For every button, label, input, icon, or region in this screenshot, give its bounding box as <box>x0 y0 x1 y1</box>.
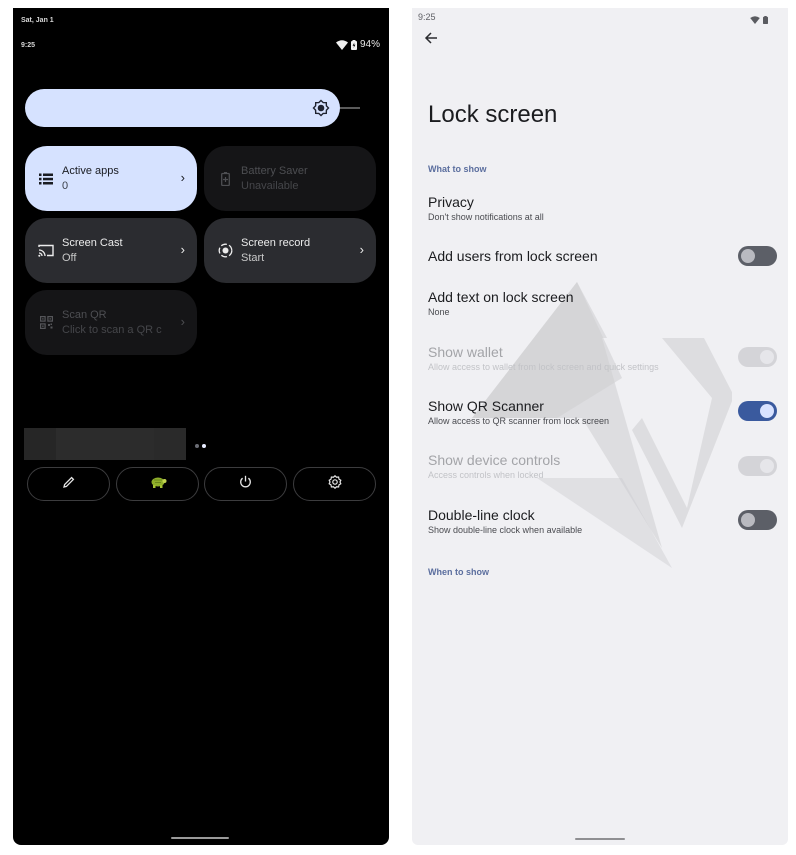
wifi-icon <box>750 11 760 29</box>
tile-battery-saver[interactable]: Battery Saver Unavailable <box>204 146 376 211</box>
quick-settings-panel: Sat, Jan 1 9:25 94% Active apps 0 › Batt… <box>13 8 389 845</box>
settings-button[interactable] <box>293 467 376 501</box>
pref-double-line-clock[interactable]: Double-line clock Show double-line clock… <box>428 507 788 535</box>
screen-record-icon <box>217 243 233 259</box>
cast-icon <box>38 243 54 259</box>
tile-subtitle: Start <box>241 252 265 264</box>
tile-title: Screen Cast <box>62 237 123 249</box>
pref-summary: Show double-line clock when available <box>428 525 583 535</box>
add-users-toggle[interactable] <box>738 246 777 266</box>
double-line-clock-toggle[interactable] <box>738 510 777 530</box>
tile-title: Scan QR <box>62 309 107 321</box>
brightness-track[interactable] <box>340 107 360 109</box>
settings-icon <box>327 474 342 494</box>
clock-label: 9:25 <box>418 12 436 22</box>
pref-title: Add users from lock screen <box>428 248 598 264</box>
battery-icon <box>763 11 768 29</box>
lock-screen-settings: 9:25 Lock screen What to show Privacy Do… <box>412 8 788 845</box>
tile-title: Active apps <box>62 165 119 177</box>
tile-subtitle: Unavailable <box>241 180 299 192</box>
tile-scan-qr[interactable]: Scan QR Click to scan a QR c › <box>25 290 197 355</box>
page-dot <box>195 444 199 448</box>
page-indicator <box>195 444 206 448</box>
pref-privacy[interactable]: Privacy Don't show notifications at all <box>428 194 788 222</box>
pref-summary: Access controls when locked <box>428 470 544 480</box>
pref-title: Show QR Scanner <box>428 398 544 414</box>
section-header-when-to-show: When to show <box>428 567 489 577</box>
chevron-right-icon: › <box>180 314 185 329</box>
brightness-slider[interactable] <box>25 89 340 127</box>
battery-charging-icon <box>350 39 357 50</box>
pref-title: Show wallet <box>428 344 503 360</box>
date-label: Sat, Jan 1 <box>21 17 54 24</box>
power-button[interactable] <box>204 467 287 501</box>
pref-show-device-controls: Show device controls Access controls whe… <box>428 452 788 480</box>
chevron-right-icon: › <box>359 242 364 257</box>
gesture-handle[interactable] <box>171 837 229 839</box>
status-bar-icons: 94% <box>335 39 380 50</box>
tile-subtitle: Click to scan a QR c <box>62 324 162 336</box>
status-bar-icons <box>750 11 768 29</box>
page-title: Lock screen <box>428 101 558 128</box>
pref-summary: Allow access to QR scanner from lock scr… <box>428 416 610 426</box>
tile-subtitle: Off <box>62 252 77 264</box>
battery-percent: 94% <box>359 39 380 50</box>
pref-add-text-on-lock-screen[interactable]: Add text on lock screen None <box>428 289 788 317</box>
show-qr-scanner-toggle[interactable] <box>738 401 777 421</box>
arrow-back-icon <box>424 32 438 49</box>
clock-label: 9:25 <box>21 42 36 49</box>
pref-summary: Don't show notifications at all <box>428 212 544 222</box>
tile-active-apps[interactable]: Active apps 0 › <box>25 146 197 211</box>
tile-title: Screen record <box>241 237 311 249</box>
user-avatar-icon <box>149 475 167 493</box>
media-placeholder <box>24 428 186 460</box>
tile-screen-record[interactable]: Screen record Start › <box>204 218 376 283</box>
back-button[interactable] <box>424 31 440 47</box>
pref-add-users-from-lock-screen[interactable]: Add users from lock screen <box>428 248 788 264</box>
pref-summary: None <box>428 307 450 317</box>
gesture-handle[interactable] <box>575 838 625 840</box>
power-icon <box>239 475 252 493</box>
tile-subtitle: 0 <box>62 180 69 192</box>
pref-summary: Allow access to wallet from lock screen … <box>428 362 659 372</box>
pref-title: Double-line clock <box>428 507 535 523</box>
pref-title: Show device controls <box>428 452 561 468</box>
brightness-icon <box>312 99 330 117</box>
user-switcher-button[interactable] <box>116 467 199 501</box>
pref-title: Privacy <box>428 194 474 210</box>
chevron-right-icon: › <box>180 170 185 185</box>
show-device-controls-toggle <box>738 456 777 476</box>
page-dot-current <box>202 444 206 448</box>
list-icon <box>38 171 54 187</box>
show-wallet-toggle <box>738 347 777 367</box>
tile-title: Battery Saver <box>241 165 308 177</box>
tile-screen-cast[interactable]: Screen Cast Off › <box>25 218 197 283</box>
qr-code-icon <box>38 315 54 331</box>
wifi-icon <box>335 39 348 50</box>
pref-title: Add text on lock screen <box>428 289 574 305</box>
edit-icon <box>62 475 75 493</box>
chevron-right-icon: › <box>180 242 185 257</box>
section-header-what-to-show: What to show <box>428 164 487 174</box>
battery-saver-icon <box>217 171 233 187</box>
pref-show-wallet: Show wallet Allow access to wallet from … <box>428 344 788 372</box>
pref-show-qr-scanner[interactable]: Show QR Scanner Allow access to QR scann… <box>428 398 788 426</box>
edit-button[interactable] <box>27 467 110 501</box>
